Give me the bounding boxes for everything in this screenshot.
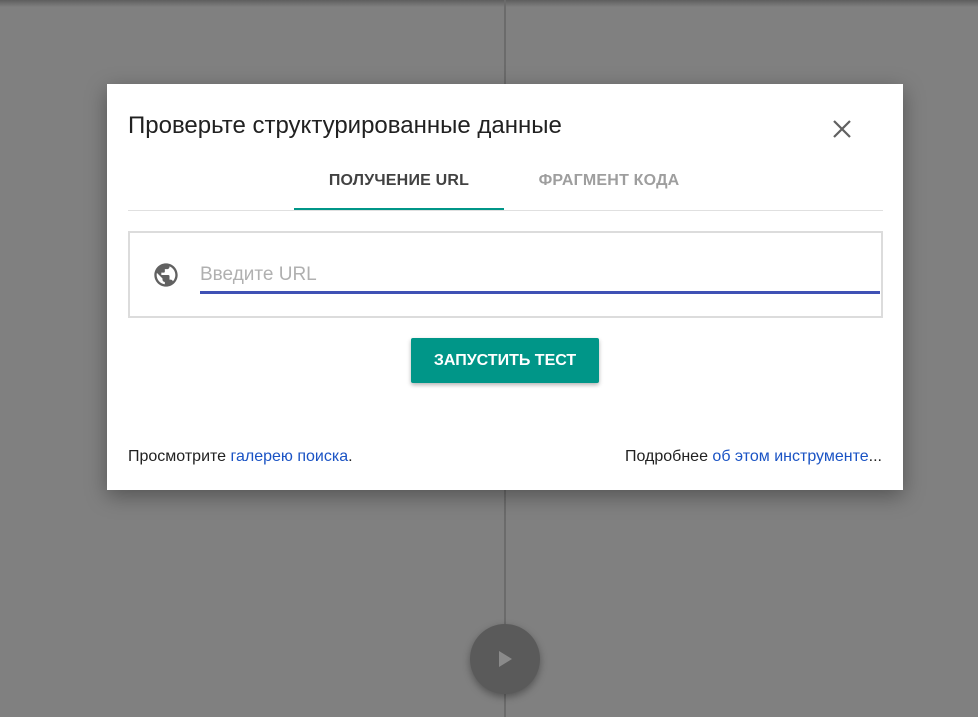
footer-right-suffix: ... bbox=[868, 448, 882, 465]
play-icon bbox=[499, 651, 512, 667]
close-icon bbox=[833, 120, 851, 138]
search-gallery-link[interactable]: галерею поиска bbox=[231, 448, 349, 465]
close-button[interactable] bbox=[827, 114, 857, 144]
play-button[interactable] bbox=[470, 624, 540, 694]
url-input-panel bbox=[128, 231, 883, 318]
footer-right-prefix: Подробнее bbox=[625, 448, 713, 465]
footer-left-suffix: . bbox=[348, 448, 353, 465]
globe-icon bbox=[154, 263, 178, 287]
tab-code-snippet[interactable]: ФРАГМЕНТ КОДА bbox=[504, 154, 714, 208]
about-tool-link[interactable]: об этом инструменте bbox=[712, 448, 868, 465]
run-test-button[interactable]: ЗАПУСТИТЬ ТЕСТ bbox=[411, 338, 599, 383]
dialog-title: Проверьте структурированные данные bbox=[128, 112, 562, 139]
tab-bar: ПОЛУЧЕНИЕ URL ФРАГМЕНТ КОДА bbox=[128, 154, 883, 211]
footer-gallery-text: Просмотрите галерею поиска. bbox=[128, 448, 353, 466]
footer-about-text: Подробнее об этом инструменте... bbox=[625, 448, 882, 466]
footer-left-prefix: Просмотрите bbox=[128, 448, 231, 465]
top-shadow bbox=[0, 0, 978, 7]
structured-data-dialog: Проверьте структурированные данные ПОЛУЧ… bbox=[107, 84, 903, 490]
tab-fetch-url[interactable]: ПОЛУЧЕНИЕ URL bbox=[294, 154, 504, 210]
url-input[interactable] bbox=[200, 259, 880, 294]
